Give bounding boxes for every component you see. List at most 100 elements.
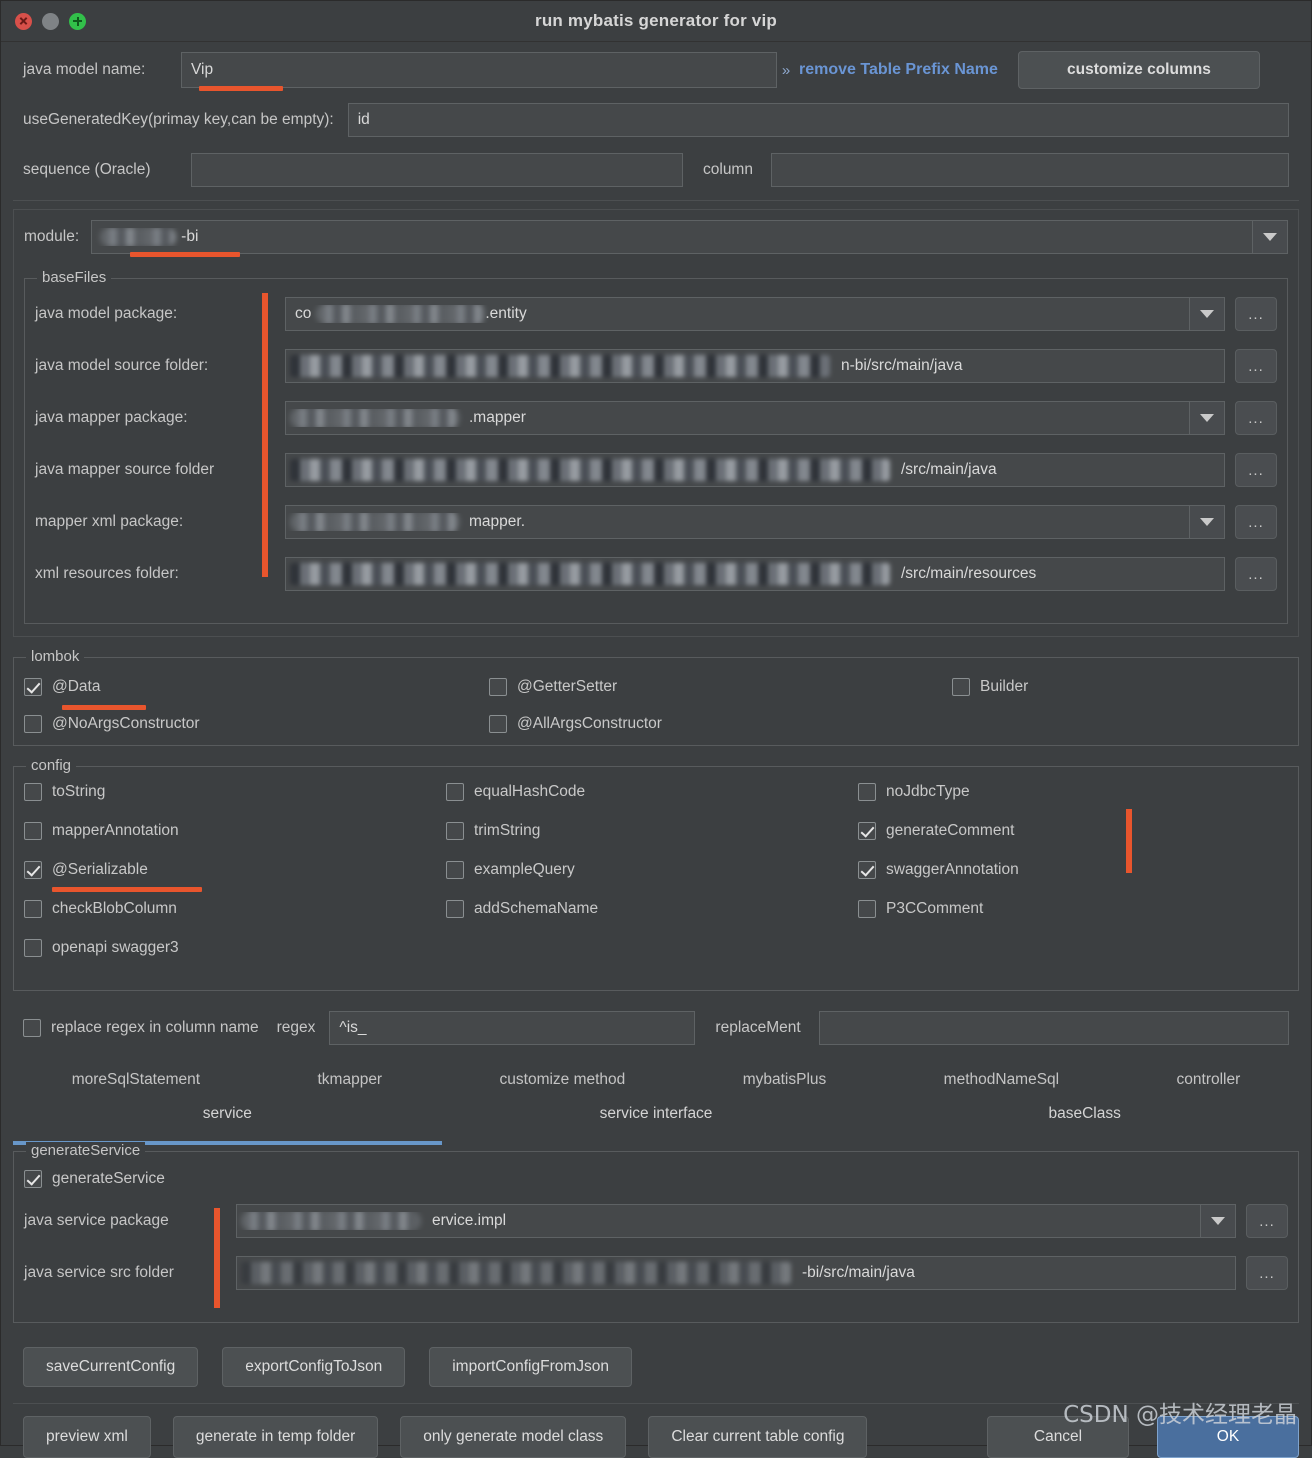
config-checkbox-wrap: equalHashCode [446, 783, 858, 822]
tab-tkmapper[interactable]: tkmapper [317, 1071, 382, 1089]
config-checkbox-wrap: mapperAnnotation [24, 822, 446, 861]
minimize-button[interactable] [42, 12, 59, 30]
lombok-checkbox-builder[interactable]: Builder [952, 678, 1028, 696]
config-checkbox-nojdbctype[interactable]: noJdbcType [858, 783, 1288, 801]
annotation-underline [52, 887, 202, 892]
replacement-input[interactable] [818, 1011, 1289, 1045]
base-files-row-label: java model package: [35, 305, 178, 322]
checkbox-icon[interactable] [24, 939, 42, 957]
config-checkbox-swaggerannotation[interactable]: swaggerAnnotation [858, 861, 1288, 879]
annotation-underline-data [62, 705, 146, 710]
browse-button[interactable]: ... [1235, 453, 1277, 487]
checkbox-icon[interactable] [952, 678, 970, 696]
checkbox-icon[interactable] [858, 900, 876, 918]
checkbox-icon[interactable] [858, 861, 876, 879]
checkbox-icon[interactable] [446, 822, 464, 840]
lombok-checkbox-gettersetter[interactable]: @GetterSetter [489, 678, 952, 696]
generate-service-checkbox-row[interactable]: generateService [24, 1170, 1288, 1188]
checkbox-icon[interactable] [446, 861, 464, 879]
action-button-cancel[interactable]: Cancel [987, 1416, 1129, 1458]
tab-controller[interactable]: controller [1177, 1071, 1241, 1089]
browse-button[interactable]: ... [1235, 557, 1277, 591]
zoom-button[interactable] [69, 12, 86, 30]
column-input[interactable] [770, 153, 1289, 187]
config-checkbox-examplequery[interactable]: exampleQuery [446, 861, 858, 879]
config-button-exportconfigtojson[interactable]: exportConfigToJson [222, 1347, 406, 1387]
replace-regex-checkbox[interactable] [23, 1019, 41, 1037]
config-checkbox-mapperannotation[interactable]: mapperAnnotation [24, 822, 446, 840]
config-checkbox-openapi-swagger3[interactable]: openapi swagger3 [24, 939, 446, 957]
browse-button[interactable]: ... [1235, 401, 1277, 435]
replacement-label: replaceMent [715, 1019, 801, 1036]
chevron-down-icon [1263, 233, 1277, 241]
action-button-preview-xml[interactable]: preview xml [23, 1416, 151, 1458]
browse-button[interactable]: ... [1246, 1204, 1288, 1238]
lombok-checkbox-data[interactable]: @Data [24, 678, 489, 696]
tab-label: service interface [599, 1105, 713, 1122]
checkbox-icon[interactable] [24, 783, 42, 801]
lombok-checkbox-noargsconstructor[interactable]: @NoArgsConstructor [24, 715, 489, 733]
browse-button[interactable]: ... [1246, 1256, 1288, 1290]
generate-service-text-input[interactable]: -bi/src/main/java [236, 1256, 1236, 1290]
sequence-input[interactable] [191, 153, 683, 187]
browse-button[interactable]: ... [1235, 505, 1277, 539]
config-checkbox-equalhashcode[interactable]: equalHashCode [446, 783, 858, 801]
base-files-combo[interactable]: .mapper [285, 401, 1225, 435]
checkbox-icon[interactable] [858, 783, 876, 801]
action-button-only-generate-model-class[interactable]: only generate model class [400, 1416, 627, 1458]
dropdown-arrow[interactable] [1189, 506, 1224, 538]
config-checkbox-p3ccomment[interactable]: P3CComment [858, 900, 1288, 918]
config-checkbox-label: exampleQuery [474, 861, 575, 878]
tab-service-interface[interactable]: service interface [442, 1101, 871, 1145]
browse-button[interactable]: ... [1235, 349, 1277, 383]
config-checkbox--serializable[interactable]: @Serializable [24, 861, 446, 879]
dropdown-arrow[interactable] [1189, 298, 1224, 330]
tab-customize-method[interactable]: customize method [500, 1071, 626, 1089]
config-checkbox-generatecomment[interactable]: generateComment [858, 822, 1288, 840]
generate-service-combo[interactable]: ervice.impl [236, 1204, 1236, 1238]
tab-baseclass[interactable]: baseClass [870, 1101, 1299, 1145]
config-button-importconfigfromjson[interactable]: importConfigFromJson [429, 1347, 633, 1387]
base-files-combo[interactable]: mapper. [285, 505, 1225, 539]
dropdown-arrow[interactable] [1200, 1205, 1235, 1237]
base-files-combo[interactable]: co .entity [285, 297, 1225, 331]
checkbox-icon[interactable] [858, 822, 876, 840]
dropdown-arrow[interactable] [1189, 402, 1224, 434]
lombok-checkbox-allargsconstructor[interactable]: @AllArgsConstructor [489, 715, 952, 733]
java-model-name-input[interactable]: Vip [181, 52, 777, 88]
config-checkbox-trimstring[interactable]: trimString [446, 822, 858, 840]
action-button-generate-in-temp-folder[interactable]: generate in temp folder [172, 1416, 379, 1458]
use-generated-key-input[interactable]: id [347, 103, 1289, 137]
config-button-savecurrentconfig[interactable]: saveCurrentConfig [23, 1347, 199, 1387]
remove-table-prefix-link[interactable]: remove Table Prefix Name [799, 61, 998, 79]
close-button[interactable] [15, 12, 32, 30]
checkbox-icon[interactable] [489, 715, 507, 733]
config-checkbox-addschemaname[interactable]: addSchemaName [446, 900, 858, 918]
checkbox-icon[interactable] [24, 1170, 42, 1188]
checkbox-icon[interactable] [24, 715, 42, 733]
tab-methodnamesql[interactable]: methodNameSql [944, 1071, 1059, 1089]
checkbox-icon[interactable] [24, 861, 42, 879]
config-checkbox-checkblobcolumn[interactable]: checkBlobColumn [24, 900, 446, 918]
module-dropdown-arrow[interactable] [1252, 221, 1287, 253]
checkbox-icon[interactable] [24, 822, 42, 840]
base-files-text-input[interactable]: /src/main/resources [285, 557, 1225, 591]
action-button-clear-current-table-config[interactable]: Clear current table config [648, 1416, 868, 1458]
checkbox-icon[interactable] [24, 900, 42, 918]
regex-input[interactable]: ^is_ [329, 1011, 696, 1045]
tab-mybatisplus[interactable]: mybatisPlus [743, 1071, 827, 1089]
config-checkbox-tostring[interactable]: toString [24, 783, 446, 801]
tab-moresqlstatement[interactable]: moreSqlStatement [72, 1071, 200, 1089]
module-combo[interactable]: -bi [91, 220, 1288, 254]
action-button-ok[interactable]: OK [1157, 1416, 1299, 1458]
customize-columns-button[interactable]: customize columns [1017, 51, 1260, 89]
checkbox-icon[interactable] [446, 900, 464, 918]
browse-button[interactable]: ... [1235, 297, 1277, 331]
base-files-text-input[interactable]: /src/main/java [285, 453, 1225, 487]
checkbox-icon[interactable] [24, 678, 42, 696]
use-generated-key-row: useGeneratedKey(primay key,can be empty)… [13, 102, 1299, 138]
tab-service[interactable]: service [13, 1101, 442, 1145]
checkbox-icon[interactable] [489, 678, 507, 696]
base-files-text-input[interactable]: n-bi/src/main/java [285, 349, 1225, 383]
checkbox-icon[interactable] [446, 783, 464, 801]
